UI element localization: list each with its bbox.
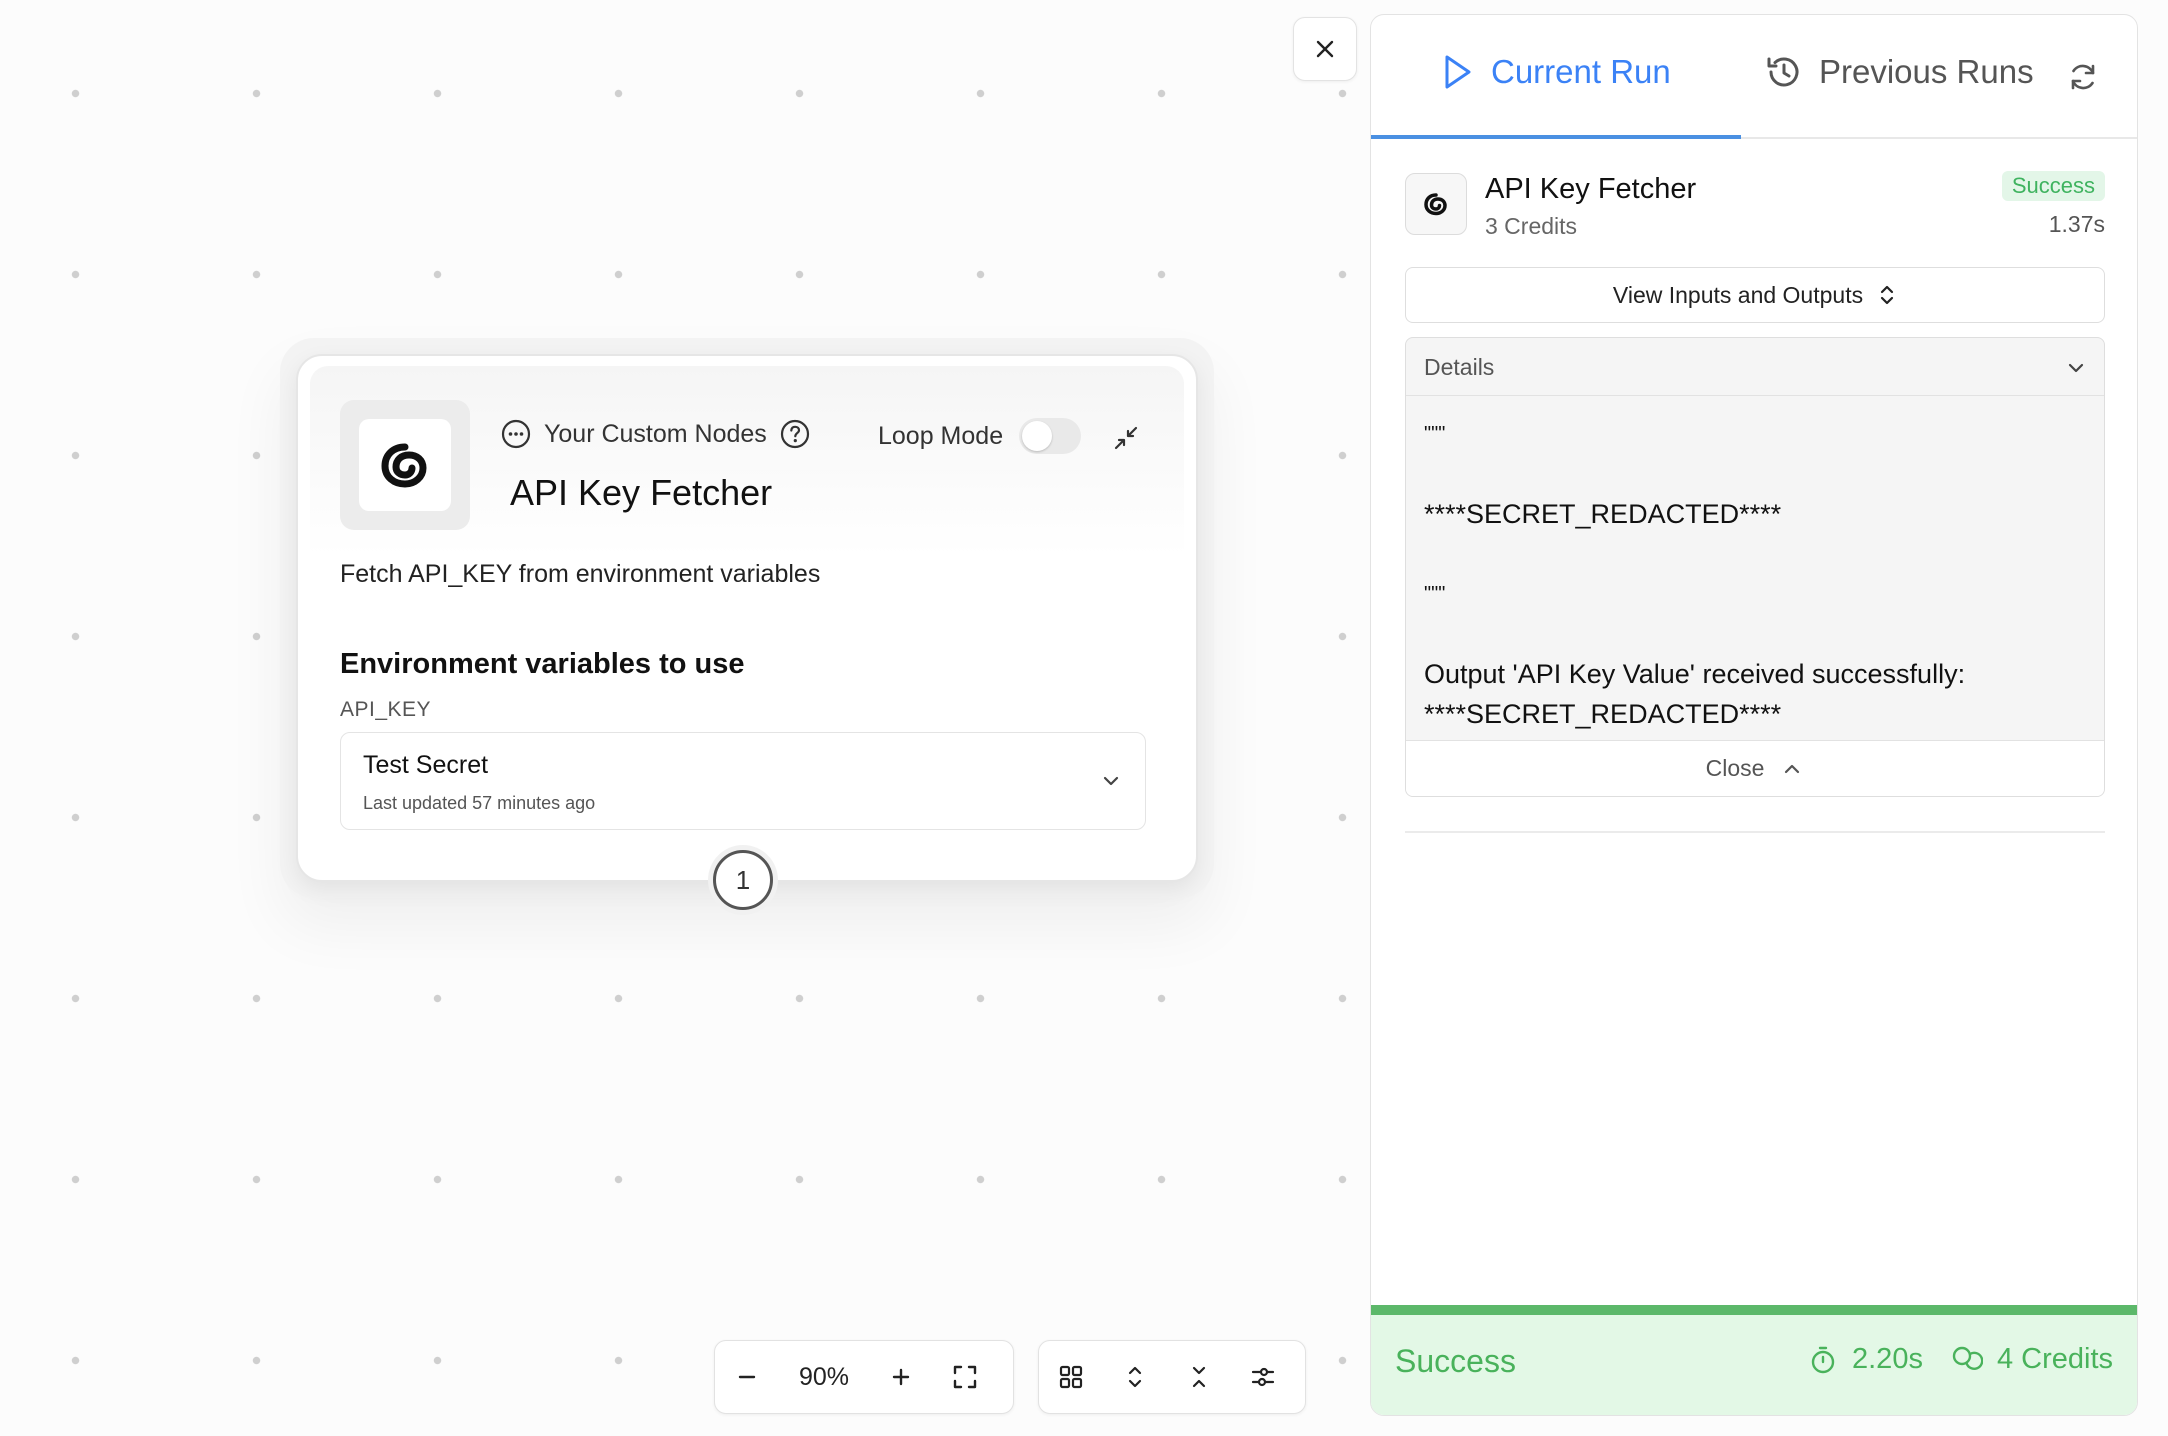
coins-icon xyxy=(1952,1346,1983,1370)
chevron-down-icon xyxy=(1103,776,1119,786)
view-inputs-outputs-button[interactable]: View Inputs and Outputs xyxy=(1405,267,2105,323)
loop-mode-control: Loop Mode xyxy=(878,418,1082,454)
run-node-logo xyxy=(1405,173,1467,235)
zoom-out-button[interactable] xyxy=(715,1345,779,1409)
zoom-toolbar: 90% xyxy=(714,1340,1014,1414)
grid-layout-button[interactable] xyxy=(1039,1345,1103,1409)
secret-updated-text: Last updated 57 minutes ago xyxy=(363,793,596,813)
node-logo xyxy=(340,400,470,530)
chevron-down-icon xyxy=(2068,363,2084,373)
loop-mode-label: Loop Mode xyxy=(878,421,1004,450)
run-summary-metrics: 2.20s 4 Credits xyxy=(1808,1343,2113,1376)
history-icon xyxy=(1767,57,1799,87)
details-panel: Details """ ****SECRET_REDACTED**** """ … xyxy=(1405,337,2105,797)
log-line: """ xyxy=(1424,423,1446,445)
env-key-label: API_KEY xyxy=(340,698,432,721)
active-tab-indicator xyxy=(1371,135,1741,139)
divider xyxy=(1405,831,2105,833)
collapse-all-button[interactable] xyxy=(1167,1345,1231,1409)
run-summary-time: 2.20s xyxy=(1852,1343,1923,1375)
log-line: """ xyxy=(1424,583,1446,605)
more-horizontal-circle-icon xyxy=(501,419,531,449)
chevron-up-icon xyxy=(1785,764,1800,773)
node-description: Fetch API_KEY from environment variables xyxy=(340,560,821,588)
expand-all-button[interactable] xyxy=(1103,1345,1167,1409)
minimize-icon[interactable] xyxy=(1112,424,1140,452)
run-summary-status: Success xyxy=(1395,1343,1516,1379)
tab-current-run[interactable]: Current Run xyxy=(1439,53,1671,91)
node-title: API Key Fetcher xyxy=(510,472,773,513)
api-key-fetcher-node[interactable]: Your Custom Nodes API Key Fetcher Loop M… xyxy=(296,354,1198,882)
env-section-title: Environment variables to use xyxy=(340,648,745,680)
chevrons-up-down-icon xyxy=(1880,285,1894,305)
step-number-badge[interactable]: 1 xyxy=(708,845,778,915)
loop-mode-toggle[interactable] xyxy=(1019,418,1082,454)
play-icon xyxy=(1445,55,1471,89)
log-line: ****SECRET_REDACTED**** xyxy=(1424,499,1782,529)
close-details-button[interactable]: Close xyxy=(1406,740,2104,796)
plus-icon xyxy=(892,1368,910,1386)
run-summary-credits: 4 Credits xyxy=(1996,1343,2113,1375)
fullscreen-icon xyxy=(953,1365,977,1389)
node-breadcrumb: Your Custom Nodes xyxy=(500,418,811,450)
details-header[interactable]: Details xyxy=(1406,338,2104,396)
refresh-icon[interactable] xyxy=(2067,61,2099,93)
secret-select-value: Test Secret xyxy=(363,751,489,779)
grid-icon xyxy=(1059,1365,1083,1389)
run-node-credits: 3 Credits xyxy=(1485,213,1578,239)
timer-icon xyxy=(1811,1346,1835,1373)
sliders-icon xyxy=(1251,1367,1275,1387)
close-icon xyxy=(1316,40,1334,58)
zoom-in-button[interactable] xyxy=(869,1345,933,1409)
fit-view-button[interactable] xyxy=(933,1345,997,1409)
brand-swirl-icon xyxy=(1424,193,1447,216)
close-panel-button[interactable] xyxy=(1293,17,1357,81)
breadcrumb-label: Your Custom Nodes xyxy=(544,419,767,448)
log-line: Output 'API Key Value' received successf… xyxy=(1424,659,1966,689)
settings-button[interactable] xyxy=(1231,1345,1295,1409)
run-panel: Current Run Previous Runs API Key Fetche… xyxy=(1370,14,2138,1416)
layout-toolbar xyxy=(1038,1340,1306,1414)
run-node-duration: 1.37s xyxy=(2048,211,2105,237)
chevrons-down-up-icon xyxy=(1192,1366,1206,1388)
secret-select[interactable]: Test Secret Last updated 57 minutes ago xyxy=(340,732,1146,830)
status-badge: Success xyxy=(2001,171,2105,201)
run-node-name: API Key Fetcher xyxy=(1485,173,1697,205)
run-summary-footer: Success 2.20s 4 Credits xyxy=(1371,1305,2137,1415)
minus-icon xyxy=(738,1375,756,1379)
log-line: ****SECRET_REDACTED**** xyxy=(1424,699,1782,729)
brand-swirl-icon xyxy=(381,443,427,488)
tab-previous-runs[interactable]: Previous Runs xyxy=(1765,53,2034,91)
chevrons-up-down-icon xyxy=(1128,1366,1142,1388)
help-circle-icon[interactable] xyxy=(779,418,811,450)
run-tabs: Current Run Previous Runs xyxy=(1371,15,2137,139)
details-log: """ ****SECRET_REDACTED**** """ Output '… xyxy=(1424,414,2088,734)
zoom-level: 90% xyxy=(798,1362,850,1391)
